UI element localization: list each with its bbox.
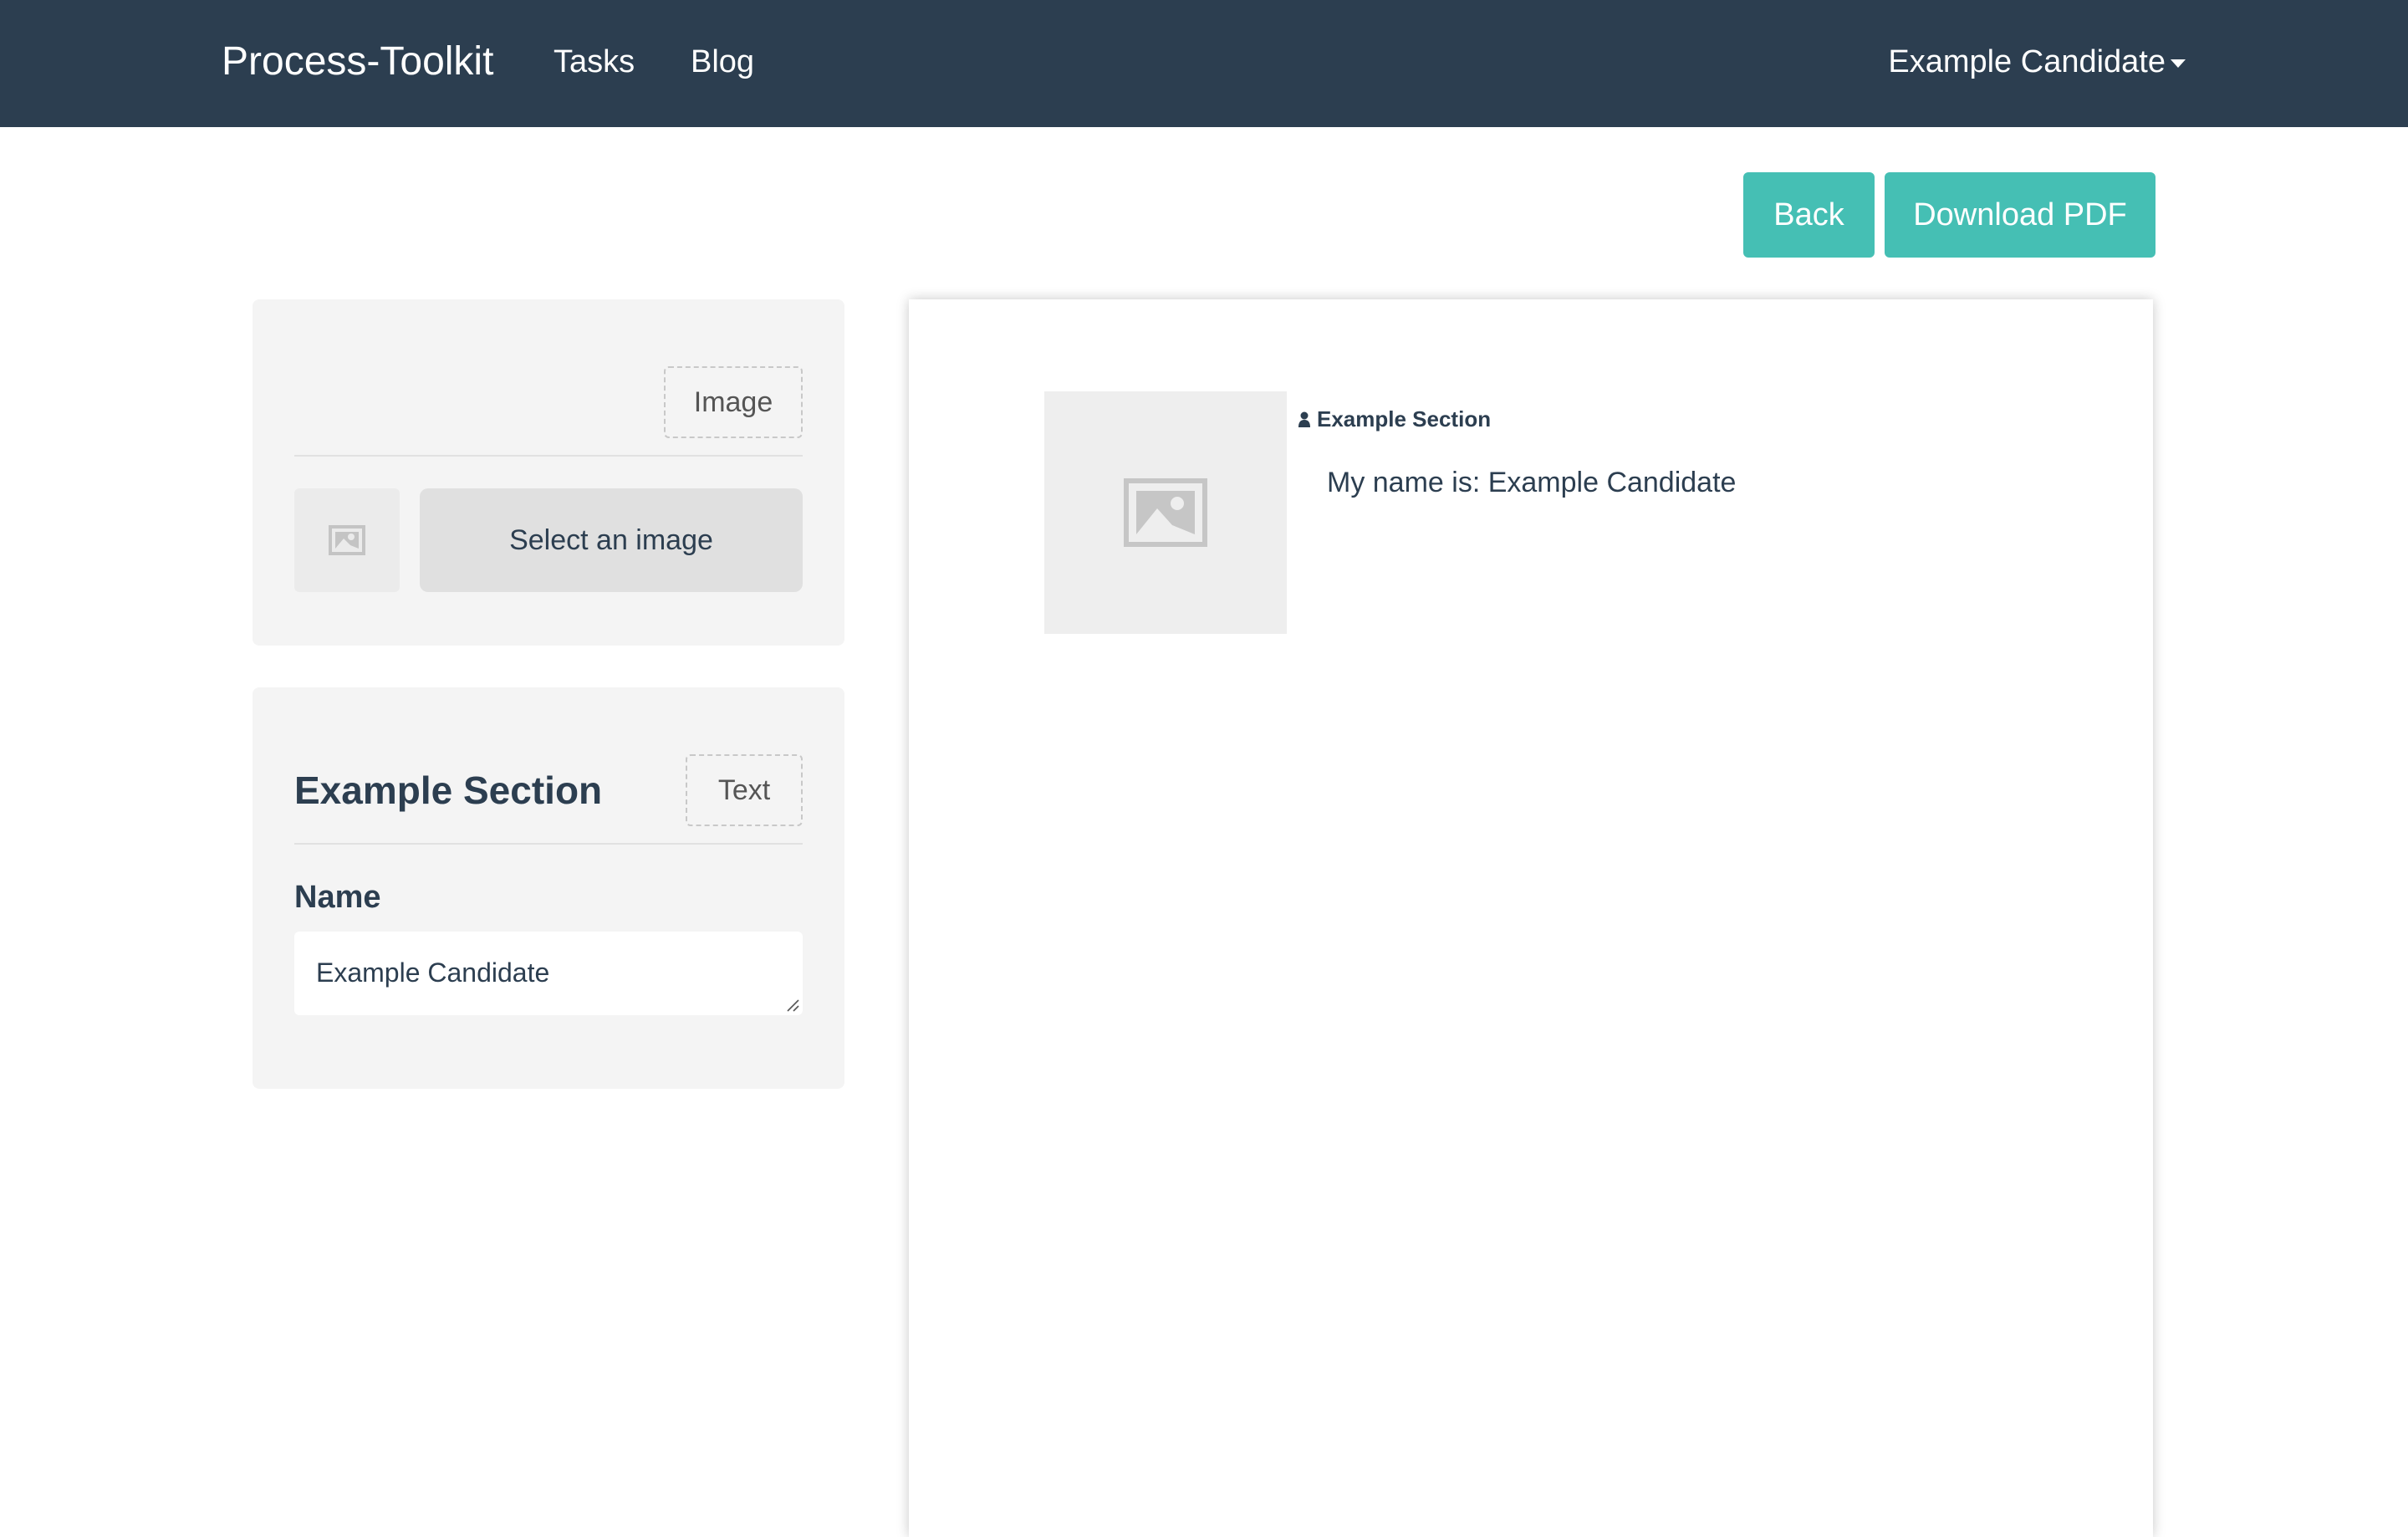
name-field[interactable]: Example Candidate — [294, 932, 803, 1015]
image-placeholder-icon — [329, 525, 365, 555]
preview-photo — [1044, 391, 1287, 634]
image-thumbnail — [294, 488, 400, 592]
user-icon — [1298, 411, 1310, 427]
card-divider — [294, 455, 803, 457]
user-menu-label: Example Candidate — [1888, 44, 2166, 79]
document-preview: Example Section My name is: Example Cand… — [909, 299, 2153, 1537]
resize-handle-icon[interactable] — [786, 998, 799, 1012]
brand-logo[interactable]: Process-Toolkit — [222, 37, 493, 87]
image-section-card: Image Select an image — [253, 299, 844, 646]
select-image-button[interactable]: Select an image — [420, 488, 803, 592]
section-title: Example Section — [294, 768, 603, 812]
preview-name-line: My name is: Example Candidate — [1327, 467, 1737, 498]
nav-blog-link[interactable]: Blog — [691, 40, 754, 84]
caret-down-icon — [2171, 59, 2186, 68]
back-button[interactable]: Back — [1743, 172, 1875, 258]
user-menu-dropdown[interactable]: Example Candidate — [1888, 40, 2186, 84]
text-section-card: Example Section Text Name Example Candid… — [253, 687, 844, 1089]
top-navbar: Process-Toolkit Tasks Blog Example Candi… — [0, 0, 2408, 127]
section-type-badge-text: Text — [686, 754, 803, 826]
nav-tasks-link[interactable]: Tasks — [554, 40, 635, 84]
preview-section-heading: Example Section — [1298, 406, 1491, 432]
preview-section-heading-text: Example Section — [1317, 406, 1492, 431]
section-type-badge-image: Image — [664, 366, 803, 438]
card-divider — [294, 843, 803, 845]
image-placeholder-icon — [1124, 478, 1207, 547]
download-pdf-button[interactable]: Download PDF — [1885, 172, 2155, 258]
name-field-label: Name — [294, 880, 381, 915]
